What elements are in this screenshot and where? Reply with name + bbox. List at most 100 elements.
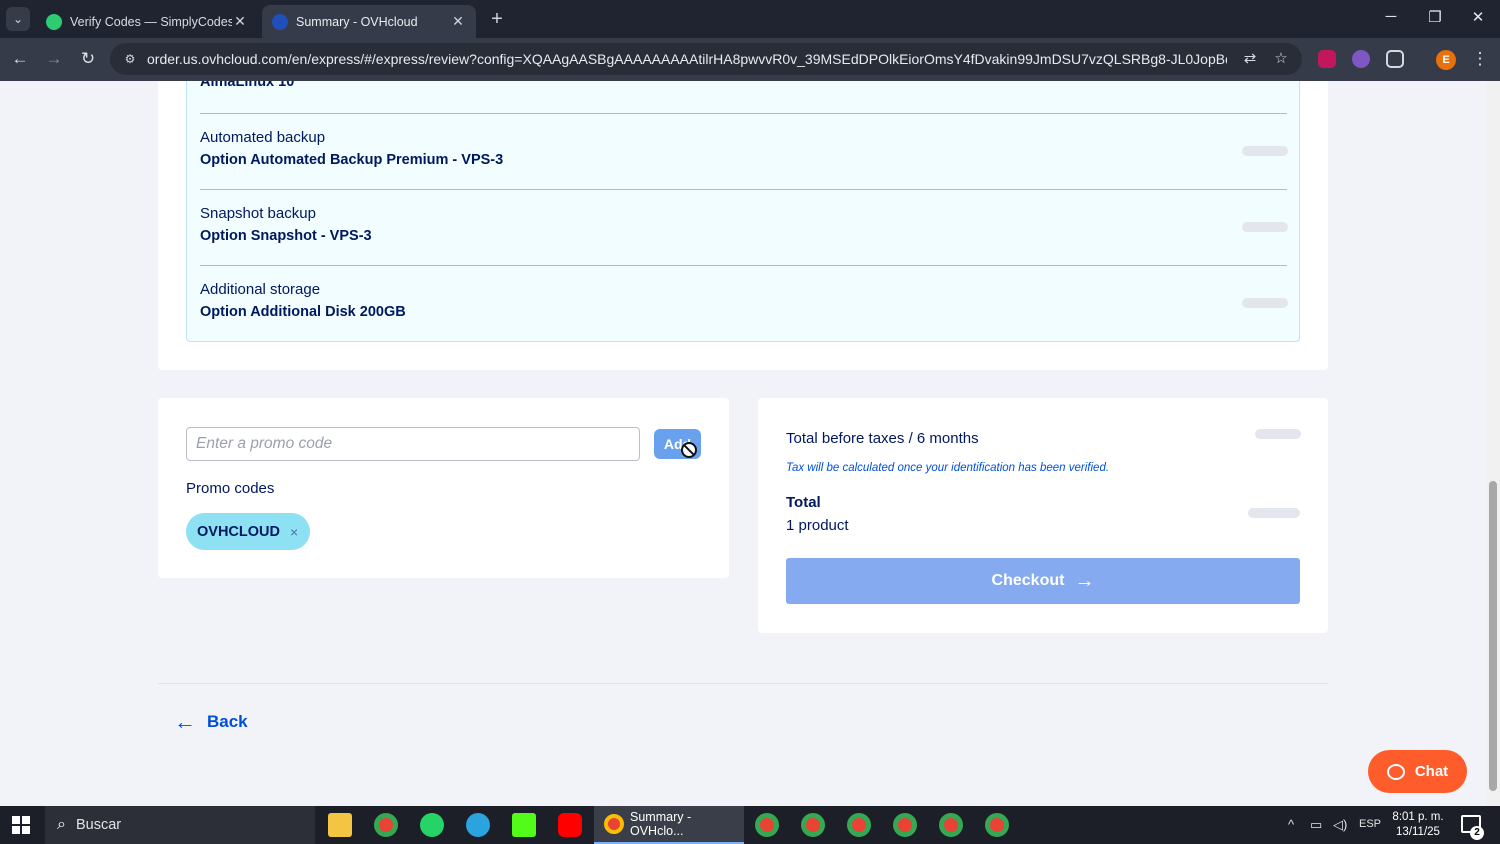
total-label: Total: [786, 494, 821, 511]
option-divider: [200, 189, 1287, 190]
whatsapp-icon[interactable]: [420, 813, 444, 837]
tax-note: Tax will be calculated once your identif…: [786, 462, 1110, 474]
checkout-label: Checkout: [991, 572, 1065, 589]
price-loading-placeholder: [1242, 146, 1288, 156]
option-snapshot-backup: Snapshot backup Option Snapshot - VPS-3: [200, 205, 1287, 244]
tab-simplycodes[interactable]: Verify Codes — SimplyCodes ✕: [36, 5, 258, 38]
remove-promo-icon[interactable]: ×: [290, 524, 298, 540]
promo-codes-label: Promo codes: [186, 480, 275, 497]
back-nav-icon[interactable]: ←: [9, 49, 31, 69]
telegram-icon[interactable]: [466, 813, 490, 837]
option-label: Automated backup: [200, 129, 326, 146]
windows-taskbar: ⌕ Buscar Summary - OVHclo... ^ ▭ ◁) ESP …: [0, 806, 1500, 844]
forward-nav-icon[interactable]: →: [43, 49, 65, 69]
total-price-loading-placeholder: [1248, 508, 1300, 518]
new-tab-icon[interactable]: +: [486, 8, 508, 31]
option-os: AlmaLinux 10: [200, 81, 1287, 90]
chat-label: Chat: [1414, 763, 1449, 780]
translate-icon[interactable]: ⇄: [1240, 49, 1260, 67]
option-value: Option Additional Disk 200GB: [200, 304, 406, 320]
option-value: AlmaLinux 10: [200, 81, 295, 90]
browser-tabstrip: ⌄ Verify Codes — SimplyCodes ✕ Summary -…: [0, 0, 1500, 38]
promo-code-input[interactable]: [186, 427, 640, 461]
active-window-title: Summary - OVHclo...: [630, 810, 692, 838]
profile-avatar[interactable]: E: [1436, 50, 1456, 70]
option-divider: [200, 113, 1287, 114]
tab-search-chevron-icon[interactable]: ⌄: [6, 7, 30, 31]
minimize-icon[interactable]: ─: [1376, 8, 1406, 25]
notification-count-badge: 2: [1470, 826, 1484, 840]
chrome-window-icon[interactable]: [755, 813, 779, 837]
order-totals-card: Total before taxes / 6 months Tax will b…: [758, 398, 1328, 633]
volume-icon[interactable]: ◁): [1333, 817, 1347, 833]
clock-date: 13/11/25: [1396, 826, 1440, 838]
order-summary-card: AlmaLinux 10 Automated backup Option Aut…: [158, 81, 1328, 370]
kick-icon[interactable]: [512, 813, 536, 837]
close-tab-icon[interactable]: ✕: [232, 13, 248, 30]
system-clock[interactable]: 8:01 p. m. 13/11/25: [1390, 810, 1446, 840]
simplycodes-favicon-icon: [46, 13, 62, 30]
chat-bubble-icon: [1386, 763, 1405, 780]
option-additional-storage: Additional storage Option Additional Dis…: [200, 281, 1287, 320]
total-before-taxes-label: Total before taxes / 6 months: [786, 430, 979, 447]
option-value: Option Snapshot - VPS-3: [200, 228, 372, 244]
promo-chip-label: OVHCLOUD: [197, 523, 280, 540]
clock-time: 8:01 p. m.: [1392, 811, 1444, 823]
tray-chevron-icon[interactable]: ^: [1288, 817, 1294, 832]
browser-menu-icon[interactable]: ⋮: [1469, 49, 1491, 69]
tab-title: Summary - OVHcloud: [296, 14, 418, 29]
network-icon[interactable]: ▭: [1310, 817, 1322, 833]
file-explorer-icon[interactable]: [328, 813, 352, 837]
extension-shield-icon[interactable]: [1318, 50, 1336, 68]
language-indicator[interactable]: ESP: [1359, 818, 1381, 830]
chrome-window-icon[interactable]: [847, 813, 871, 837]
extension-purple-icon[interactable]: [1352, 50, 1370, 68]
restore-icon[interactable]: ❐: [1420, 8, 1450, 26]
chrome-window-icon[interactable]: [939, 813, 963, 837]
address-bar[interactable]: ⚙ order.us.ovhcloud.com/en/express/#/exp…: [110, 43, 1302, 75]
browser-toolbar: ← → ↻ ⚙ order.us.ovhcloud.com/en/express…: [0, 38, 1500, 81]
page-scrollbar[interactable]: [1486, 81, 1500, 806]
taskbar-search[interactable]: ⌕ Buscar: [45, 806, 315, 844]
option-label: Additional storage: [200, 281, 321, 298]
footer-divider: [158, 683, 1328, 684]
youtube-icon[interactable]: [558, 813, 582, 837]
tab-title: Verify Codes — SimplyCodes: [70, 14, 232, 29]
chrome-profile-icon: [604, 814, 624, 834]
options-list: AlmaLinux 10 Automated backup Option Aut…: [186, 81, 1300, 342]
chrome-window-icon[interactable]: [801, 813, 825, 837]
tab-ovhcloud-summary[interactable]: Summary - OVHcloud ✕: [262, 5, 476, 38]
ovhcloud-favicon-icon: [272, 13, 288, 30]
page-content: AlmaLinux 10 Automated backup Option Aut…: [0, 81, 1486, 806]
bookmark-star-icon[interactable]: ☆: [1271, 49, 1291, 67]
arrow-left-icon: ←: [174, 709, 196, 734]
scrollbar-thumb[interactable]: [1489, 481, 1497, 791]
price-loading-placeholder: [1242, 222, 1288, 232]
windows-start-icon[interactable]: [12, 816, 30, 834]
url-text[interactable]: order.us.ovhcloud.com/en/express/#/expre…: [147, 51, 1227, 67]
option-value: Option Automated Backup Premium - VPS-3: [200, 152, 504, 168]
promo-code-card: Add Promo codes OVHCLOUD ×: [158, 398, 729, 578]
search-icon: ⌕: [57, 816, 66, 833]
not-allowed-cursor-icon: [681, 442, 697, 458]
arrow-right-icon: →: [1074, 570, 1095, 592]
chrome-icon[interactable]: [374, 813, 398, 837]
chat-button[interactable]: Chat: [1368, 750, 1467, 793]
option-automated-backup: Automated backup Option Automated Backup…: [200, 129, 1287, 168]
taskbar-active-window[interactable]: Summary - OVHclo...: [594, 806, 744, 844]
site-info-icon[interactable]: ⚙: [122, 51, 138, 67]
option-label: Snapshot backup: [200, 205, 316, 222]
price-loading-placeholder: [1255, 429, 1301, 439]
reload-icon[interactable]: ↻: [77, 49, 99, 69]
extensions-puzzle-icon[interactable]: [1386, 50, 1404, 68]
option-divider: [200, 265, 1287, 266]
chrome-window-icon[interactable]: [893, 813, 917, 837]
close-tab-icon[interactable]: ✕: [450, 13, 466, 30]
product-count: 1 product: [786, 517, 849, 534]
price-loading-placeholder: [1242, 298, 1288, 308]
chrome-window-icon[interactable]: [985, 813, 1009, 837]
back-link[interactable]: ← Back: [174, 711, 248, 733]
back-label: Back: [207, 712, 248, 731]
checkout-button[interactable]: Checkout →: [786, 558, 1300, 604]
close-window-icon[interactable]: ✕: [1463, 8, 1493, 26]
